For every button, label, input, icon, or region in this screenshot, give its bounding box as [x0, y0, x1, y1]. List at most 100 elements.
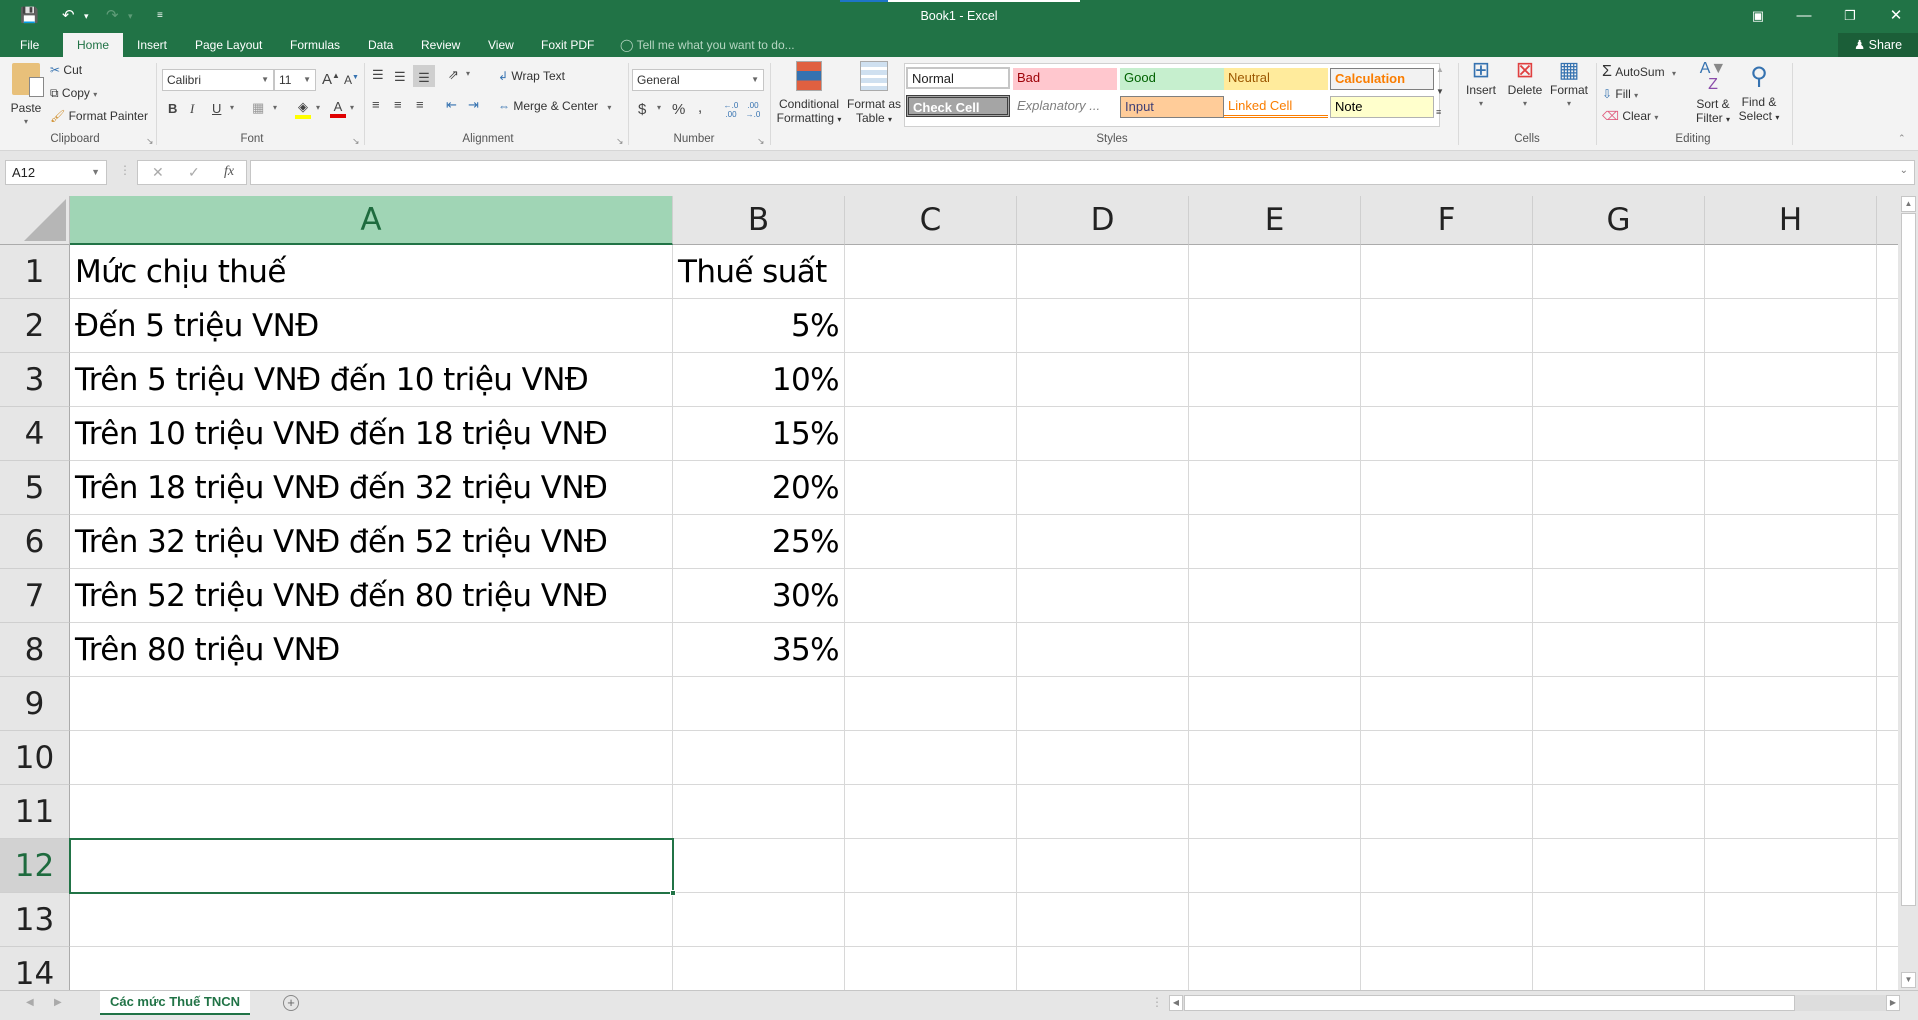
ribbon-display-options-icon[interactable]: ▣ — [1738, 4, 1778, 28]
cell-e13[interactable] — [1189, 893, 1361, 947]
style-note[interactable]: Note — [1330, 96, 1434, 118]
cell-a10[interactable] — [70, 731, 673, 785]
cell-h14[interactable] — [1705, 947, 1877, 990]
tell-me-search[interactable]: ◯ Tell me what you want to do... — [620, 33, 795, 57]
add-sheet-button[interactable]: + — [283, 995, 299, 1011]
percent-button[interactable]: % — [672, 101, 685, 118]
formula-bar-grip-icon[interactable]: ⋮ — [119, 163, 131, 177]
cell-a11[interactable] — [70, 785, 673, 839]
tab-page-layout[interactable]: Page Layout — [187, 33, 270, 57]
cell-c2[interactable] — [845, 299, 1017, 353]
style-check-cell[interactable]: Check Cell — [906, 95, 1010, 117]
row-header-7[interactable]: 7 — [0, 569, 70, 623]
cell-h6[interactable] — [1705, 515, 1877, 569]
number-format-select[interactable]: General ▼ — [632, 69, 764, 91]
tab-split-handle[interactable]: ⋮ — [1151, 995, 1163, 1009]
cell-d13[interactable] — [1017, 893, 1189, 947]
cell-b5[interactable]: 20% — [673, 461, 845, 515]
tab-home[interactable]: Home — [63, 33, 123, 57]
cell-g11[interactable] — [1533, 785, 1705, 839]
style-calculation[interactable]: Calculation — [1330, 68, 1434, 90]
cell-partial[interactable] — [1877, 461, 1898, 515]
cell-f13[interactable] — [1361, 893, 1533, 947]
cell-partial[interactable] — [1877, 785, 1898, 839]
cell-g13[interactable] — [1533, 893, 1705, 947]
cell-g2[interactable] — [1533, 299, 1705, 353]
cell-partial[interactable] — [1877, 515, 1898, 569]
row-header-1[interactable]: 1 — [0, 245, 70, 299]
cell-a5[interactable]: Trên 18 triệu VNĐ đến 32 triệu VNĐ — [70, 461, 673, 515]
cell-partial[interactable] — [1877, 839, 1898, 893]
cell-c7[interactable] — [845, 569, 1017, 623]
cell-e12[interactable] — [1189, 839, 1361, 893]
cell-f1[interactable] — [1361, 245, 1533, 299]
increase-decimal-button[interactable]: ←.0 .00 — [722, 101, 740, 119]
column-header-partial[interactable] — [1877, 196, 1898, 245]
cell-partial[interactable] — [1877, 407, 1898, 461]
cell-f10[interactable] — [1361, 731, 1533, 785]
cell-f12[interactable] — [1361, 839, 1533, 893]
scroll-up-icon[interactable]: ▲ — [1901, 196, 1916, 212]
cell-d2[interactable] — [1017, 299, 1189, 353]
italic-button[interactable]: I — [190, 101, 194, 117]
cell-e11[interactable] — [1189, 785, 1361, 839]
column-header-f[interactable]: F — [1361, 196, 1533, 245]
cell-partial[interactable] — [1877, 623, 1898, 677]
cell-d9[interactable] — [1017, 677, 1189, 731]
cell-c12[interactable] — [845, 839, 1017, 893]
expand-formula-bar-icon[interactable]: ⌄ — [1900, 165, 1908, 176]
row-header-13[interactable]: 13 — [0, 893, 70, 947]
cell-g10[interactable] — [1533, 731, 1705, 785]
column-header-a[interactable]: A — [70, 196, 673, 245]
cell-c5[interactable] — [845, 461, 1017, 515]
cell-c11[interactable] — [845, 785, 1017, 839]
column-header-c[interactable]: C — [845, 196, 1017, 245]
cell-f4[interactable] — [1361, 407, 1533, 461]
row-header-14[interactable]: 14 — [0, 947, 70, 990]
prev-sheet-icon[interactable]: ◀ — [26, 997, 34, 1008]
insert-function-button[interactable]: fx — [224, 164, 234, 180]
cell-b3[interactable]: 10% — [673, 353, 845, 407]
cell-g4[interactable] — [1533, 407, 1705, 461]
cell-h4[interactable] — [1705, 407, 1877, 461]
gallery-scroll-down-icon[interactable]: ▼ — [1436, 87, 1444, 96]
cell-f8[interactable] — [1361, 623, 1533, 677]
cell-partial[interactable] — [1877, 353, 1898, 407]
cell-e4[interactable] — [1189, 407, 1361, 461]
cell-partial[interactable] — [1877, 299, 1898, 353]
share-button[interactable]: ♟ Share — [1838, 33, 1918, 57]
style-input[interactable]: Input — [1120, 96, 1224, 118]
cell-d3[interactable] — [1017, 353, 1189, 407]
cell-partial[interactable] — [1877, 245, 1898, 299]
cell-b1[interactable]: Thuế suất — [673, 245, 845, 299]
row-header-5[interactable]: 5 — [0, 461, 70, 515]
cell-d5[interactable] — [1017, 461, 1189, 515]
cell-d11[interactable] — [1017, 785, 1189, 839]
cell-b12[interactable] — [673, 839, 845, 893]
cell-partial[interactable] — [1877, 893, 1898, 947]
cell-g5[interactable] — [1533, 461, 1705, 515]
cell-b8[interactable]: 35% — [673, 623, 845, 677]
cell-partial[interactable] — [1877, 731, 1898, 785]
cell-f2[interactable] — [1361, 299, 1533, 353]
align-center-icon[interactable]: ≡ — [394, 97, 402, 112]
cell-f3[interactable] — [1361, 353, 1533, 407]
row-header-9[interactable]: 9 — [0, 677, 70, 731]
cell-g6[interactable] — [1533, 515, 1705, 569]
cell-g14[interactable] — [1533, 947, 1705, 990]
cell-e6[interactable] — [1189, 515, 1361, 569]
tab-foxit-pdf[interactable]: Foxit PDF — [533, 33, 602, 57]
currency-button[interactable]: $ — [638, 101, 646, 118]
cell-a14[interactable] — [70, 947, 673, 990]
align-top-icon[interactable]: ☰ — [372, 67, 384, 83]
gallery-more-icon[interactable]: ≡ — [1436, 107, 1441, 117]
column-header-b[interactable]: B — [673, 196, 845, 245]
cell-d4[interactable] — [1017, 407, 1189, 461]
cell-h9[interactable] — [1705, 677, 1877, 731]
row-header-2[interactable]: 2 — [0, 299, 70, 353]
scroll-right-icon[interactable]: ▶ — [1886, 995, 1900, 1011]
cell-h12[interactable] — [1705, 839, 1877, 893]
sheet-tab-active[interactable]: Các mức Thuế TNCN — [100, 991, 250, 1015]
cell-a6[interactable]: Trên 32 triệu VNĐ đến 52 triệu VNĐ — [70, 515, 673, 569]
cell-f7[interactable] — [1361, 569, 1533, 623]
